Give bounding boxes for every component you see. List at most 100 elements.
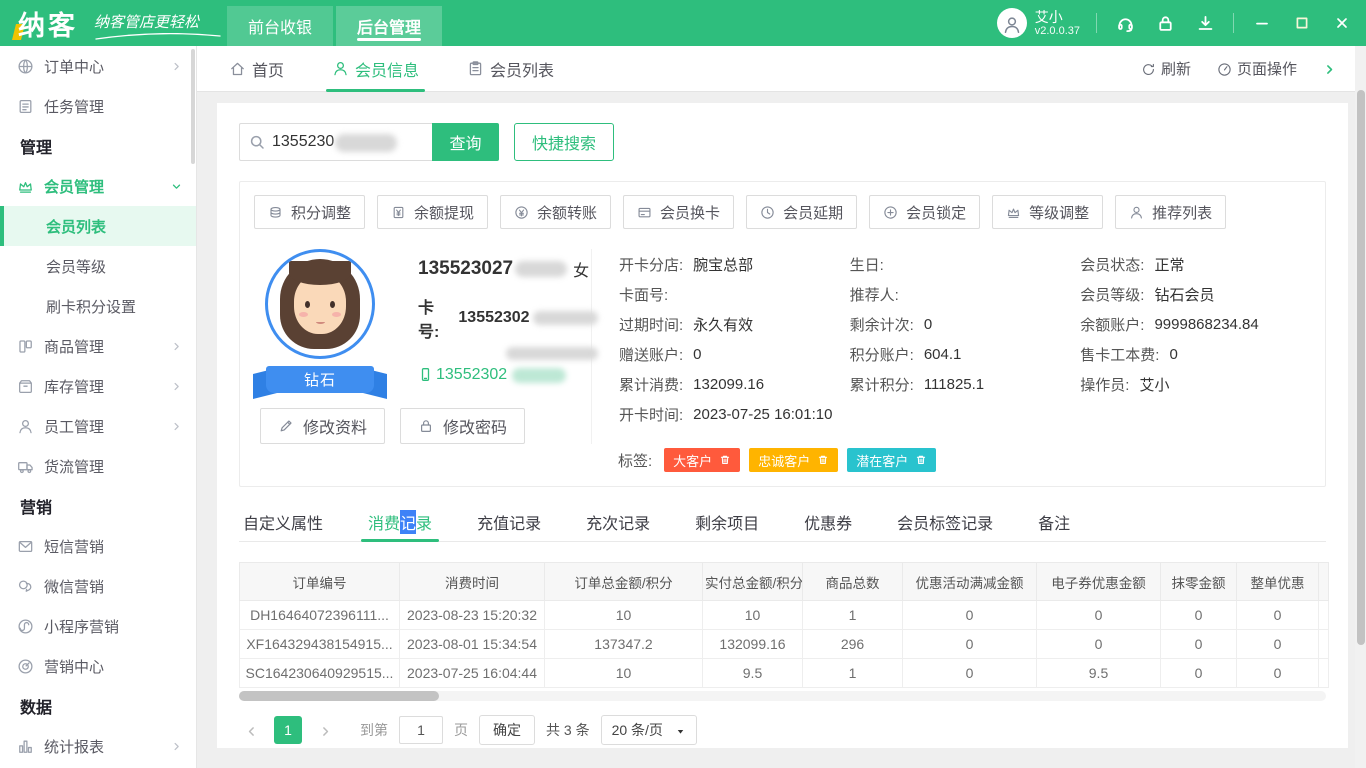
chevron-right-icon <box>171 421 182 432</box>
page-operations-button[interactable]: 页面操作 <box>1217 58 1297 79</box>
tab-remarks[interactable]: 备注 <box>1038 503 1070 541</box>
sidebar-item-member-level[interactable]: 会员等级 <box>0 246 196 286</box>
edit-profile-button[interactable]: 修改资料 <box>260 408 385 444</box>
confirm-button[interactable]: 确定 <box>479 715 535 745</box>
action-level-adjust[interactable]: 等级调整 <box>992 195 1103 229</box>
sidebar-menu: 订单中心任务管理管理会员管理会员列表会员等级刷卡积分设置商品管理库存管理员工管理… <box>0 46 196 766</box>
close-button[interactable] <box>1330 11 1354 35</box>
lock-icon <box>418 418 434 434</box>
sidebar-item-card-points-setting[interactable]: 刷卡积分设置 <box>0 286 196 326</box>
table-row[interactable]: XF164329438154915...2023-08-01 15:34:541… <box>240 630 1329 659</box>
table-row[interactable]: DH16464072396111...2023-08-23 15:20:3210… <box>240 601 1329 630</box>
tab-label: 充次记录 <box>586 510 650 534</box>
quick-search-button[interactable]: 快捷搜索 <box>514 123 614 161</box>
profile-buttons: 修改资料 修改密码 <box>260 408 591 444</box>
redacted-text <box>533 311 598 325</box>
table-cell: 0 <box>903 659 1037 688</box>
next-page-button[interactable] <box>313 717 337 743</box>
sidebar-item-marketing-center[interactable]: 营销中心 <box>0 646 196 686</box>
download-icon[interactable] <box>1193 11 1217 35</box>
sidebar-item-task-manage[interactable]: 任务管理 <box>0 86 196 126</box>
tab-backend-admin[interactable]: 后台管理 <box>336 6 442 46</box>
table-cell-empty <box>1319 659 1329 688</box>
person-icon <box>1129 205 1144 220</box>
sidebar-item-order-center[interactable]: 订单中心 <box>0 46 196 86</box>
sidebar-item-staff-manage[interactable]: 员工管理 <box>0 406 196 446</box>
tab-consume-records[interactable]: 消费记录 <box>368 503 432 541</box>
action-member-extend[interactable]: 会员延期 <box>746 195 857 229</box>
action-balance-transfer[interactable]: 余额转账 <box>500 195 611 229</box>
query-button[interactable]: 查询 <box>432 123 499 161</box>
detail-field: 赠送账户:0 <box>619 339 850 369</box>
sidebar-item-goods-manage[interactable]: 商品管理 <box>0 326 196 366</box>
tab-front-cashier[interactable]: 前台收银 <box>227 6 333 46</box>
tag-label: 潜在客户 <box>856 451 908 470</box>
action-points-adjust[interactable]: 积分调整 <box>254 195 365 229</box>
page-size-select[interactable]: 20 条/页 <box>601 715 697 745</box>
member-tag-potential-customer: 潜在客户 <box>847 448 936 472</box>
column-header-empty <box>1319 563 1329 601</box>
tab-times-records[interactable]: 充次记录 <box>586 503 650 541</box>
window-scrollbar-thumb[interactable] <box>1357 90 1365 645</box>
table-row[interactable]: SC164230640929515...2023-07-25 16:04:441… <box>240 659 1329 688</box>
tab-home[interactable]: 首页 <box>229 46 284 92</box>
lock-circle-icon <box>883 205 898 220</box>
tab-recharge-records[interactable]: 充值记录 <box>477 503 541 541</box>
collapse-chevron[interactable] <box>1323 60 1336 77</box>
logistics-icon <box>17 458 34 475</box>
member-details: 开卡分店:腕宝总部卡面号:过期时间:永久有效赠送账户:0累计消费:132099.… <box>591 249 1311 444</box>
tab-member-info[interactable]: 会员信息 <box>332 46 419 92</box>
action-label: 等级调整 <box>1029 202 1089 223</box>
minimize-button[interactable] <box>1250 11 1274 35</box>
sidebar-item-member-manage[interactable]: 会员管理 <box>0 166 196 206</box>
redacted-text <box>512 368 566 383</box>
tag-delete-icon[interactable] <box>719 454 731 466</box>
close-icon <box>1334 15 1350 31</box>
chevron-right-icon <box>319 722 332 738</box>
maximize-button[interactable] <box>1290 11 1314 35</box>
field-value: 132099.16 <box>693 376 764 393</box>
tab-remaining-items[interactable]: 剩余项目 <box>695 503 759 541</box>
action-card-replace[interactable]: 会员换卡 <box>623 195 734 229</box>
window-scrollbar[interactable] <box>1355 46 1366 768</box>
sidebar-item-member-list[interactable]: 会员列表 <box>0 206 196 246</box>
crown-icon <box>1006 205 1021 220</box>
tab-tag-records[interactable]: 会员标签记录 <box>897 503 993 541</box>
sidebar-item-inventory-manage[interactable]: 库存管理 <box>0 366 196 406</box>
table-cell: 1 <box>803 601 903 630</box>
action-balance-withdraw[interactable]: 余额提现 <box>377 195 488 229</box>
horizontal-scrollbar-thumb[interactable] <box>239 691 439 701</box>
table-cell: 1 <box>803 659 903 688</box>
edit-password-button[interactable]: 修改密码 <box>400 408 525 444</box>
page-unit-label: 页 <box>454 720 468 740</box>
action-referral-list[interactable]: 推荐列表 <box>1115 195 1226 229</box>
table-cell: 0 <box>1237 630 1319 659</box>
tag-delete-icon[interactable] <box>915 454 927 466</box>
sidebar-item-statistics-report[interactable]: 统计报表 <box>0 726 196 766</box>
sidebar-scrollbar[interactable] <box>191 49 195 164</box>
table-header-row: 订单编号消费时间订单总金额/积分实付总金额/积分商品总数优惠活动满减金额电子券优… <box>240 563 1329 601</box>
tab-custom-attrs[interactable]: 自定义属性 <box>243 503 323 541</box>
person-icon <box>1002 15 1022 35</box>
user-info[interactable]: 艾小 v2.0.0.37 <box>997 8 1080 38</box>
tab-coupons[interactable]: 优惠券 <box>804 503 852 541</box>
action-member-lock[interactable]: 会员锁定 <box>869 195 980 229</box>
lock-screen-icon[interactable] <box>1153 11 1177 35</box>
field-value: 正常 <box>1154 254 1184 275</box>
card-icon <box>637 205 652 220</box>
sidebar-item-logistics-manage[interactable]: 货流管理 <box>0 446 196 486</box>
prev-page-button[interactable] <box>239 717 263 743</box>
page-number-button[interactable]: 1 <box>274 716 302 744</box>
sidebar-item-wechat-marketing[interactable]: 微信营销 <box>0 566 196 606</box>
horizontal-scrollbar[interactable] <box>239 691 1326 701</box>
sidebar-item-sms-marketing[interactable]: 短信营销 <box>0 526 196 566</box>
tab-member-list[interactable]: 会员列表 <box>467 46 554 92</box>
goto-page-input[interactable] <box>399 716 443 744</box>
chevron-left-icon <box>245 725 258 738</box>
app-logo-text: 纳客 <box>18 11 78 41</box>
refresh-button[interactable]: 刷新 <box>1141 58 1191 79</box>
refresh-icon <box>1141 60 1156 77</box>
tag-delete-icon[interactable] <box>817 454 829 466</box>
support-headset-icon[interactable] <box>1113 11 1137 35</box>
sidebar-item-miniprogram-marketing[interactable]: 小程序营销 <box>0 606 196 646</box>
